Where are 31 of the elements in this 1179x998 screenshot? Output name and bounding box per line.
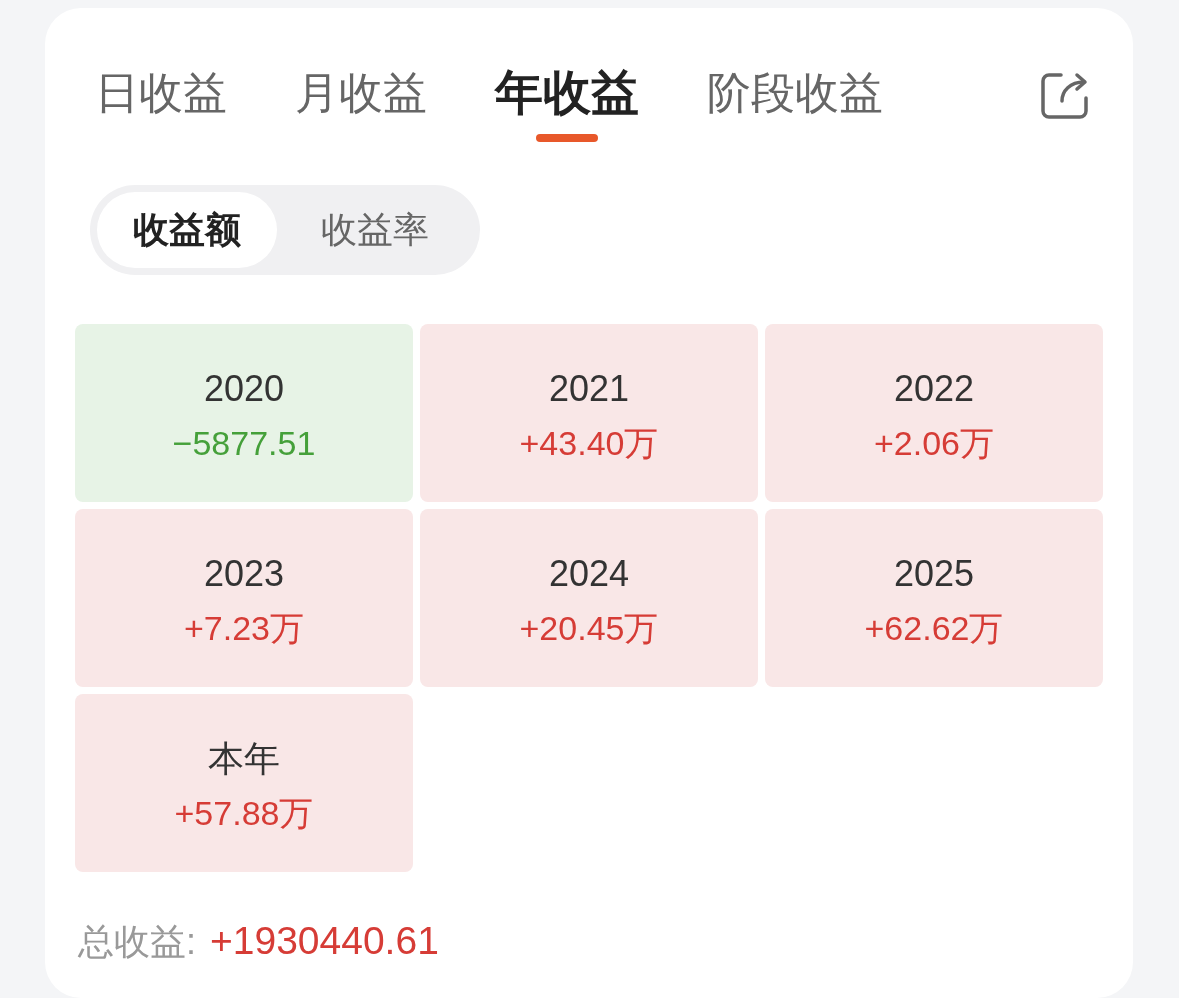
year-label: 2022 xyxy=(893,366,975,410)
profit-value: +62.62万 xyxy=(864,607,1004,649)
share-icon[interactable] xyxy=(1040,70,1090,120)
year-tile[interactable]: 2025 +62.62万 xyxy=(765,509,1103,687)
year-tile[interactable]: 2023 +7.23万 xyxy=(75,509,413,687)
tab-indicator xyxy=(536,134,598,142)
year-label: 2024 xyxy=(548,551,630,595)
year-tile[interactable]: 2022 +2.06万 xyxy=(765,324,1103,502)
segment-option[interactable]: 收益率 xyxy=(277,192,473,268)
tab[interactable]: 月收益 xyxy=(295,66,427,119)
total-value: +1930440.61 xyxy=(210,918,439,964)
profit-value: +2.06万 xyxy=(874,422,994,464)
year-label: 2021 xyxy=(548,366,630,410)
tab[interactable]: 阶段收益 xyxy=(707,66,883,119)
tab[interactable]: 年收益 xyxy=(495,66,639,142)
profit-value: −5877.51 xyxy=(172,422,316,464)
year-tile[interactable]: 本年 +57.88万 xyxy=(75,694,413,872)
total-label: 总收益: xyxy=(78,920,196,964)
year-label: 本年 xyxy=(208,736,280,780)
year-tile[interactable]: 2024 +20.45万 xyxy=(420,509,758,687)
year-tile[interactable]: 2021 +43.40万 xyxy=(420,324,758,502)
year-label: 2025 xyxy=(893,551,975,595)
segment-option[interactable]: 收益额 xyxy=(97,192,277,268)
profit-value: +43.40万 xyxy=(519,422,659,464)
year-tile[interactable]: 2020 −5877.51 xyxy=(75,324,413,502)
tab[interactable]: 日收益 xyxy=(95,66,227,119)
profit-value: +57.88万 xyxy=(174,792,314,834)
profit-value: +20.45万 xyxy=(519,607,659,649)
profit-value: +7.23万 xyxy=(184,607,304,649)
year-label: 2020 xyxy=(203,366,285,410)
year-label: 2023 xyxy=(203,551,285,595)
